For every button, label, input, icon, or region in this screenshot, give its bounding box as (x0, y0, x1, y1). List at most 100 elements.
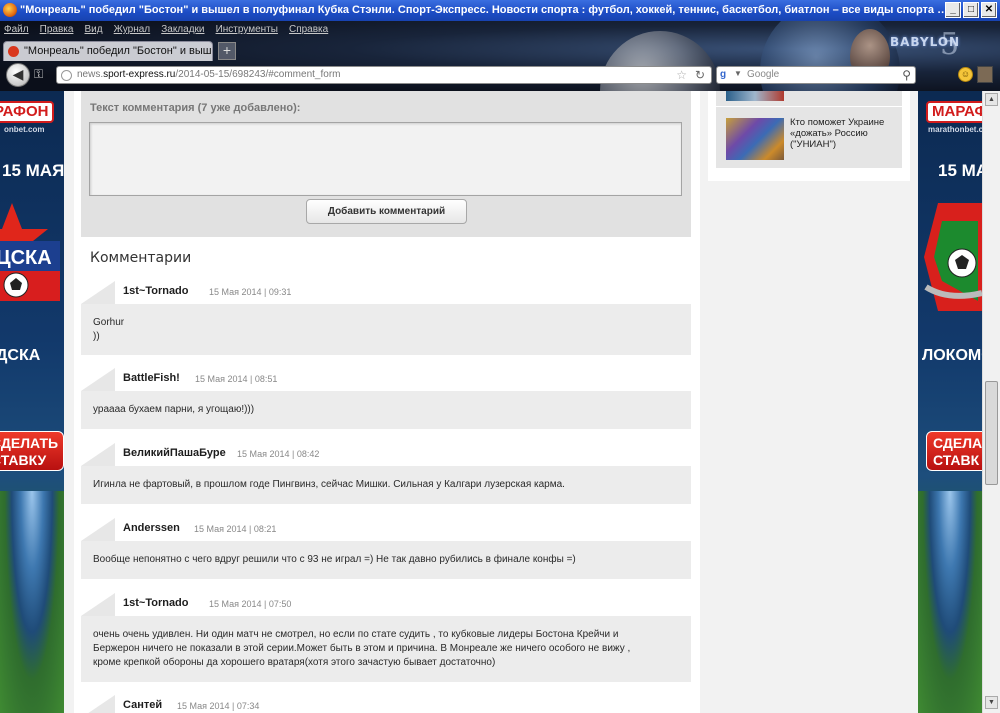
minimize-button[interactable]: _ (945, 2, 961, 18)
comment-header: Anderssen 15 Мая 2014 | 08:21 (81, 518, 691, 541)
key-icon[interactable]: ⚿ (34, 67, 52, 83)
comments-heading: Комментарии (90, 250, 192, 266)
ad-site: onbet.com (4, 125, 45, 134)
comment-text: урaааа бухаем парни, я угощаю!))) (93, 404, 255, 415)
comment-text: кроме крепкой обороны да хорошего вратар… (93, 657, 496, 668)
menu-bookmarks[interactable]: Закладки (157, 21, 208, 35)
reload-icon[interactable]: ↻ (695, 68, 705, 82)
comment-pointer (81, 368, 115, 391)
comment-item: ВеликийПашаБуре 15 Мая 2014 | 08:42 Игин… (81, 443, 691, 504)
ad-logo: РАФОН (0, 101, 55, 123)
search-icon[interactable]: ⚲ (902, 68, 911, 82)
ad-team: ДСКА (0, 347, 41, 364)
comment-header: Сантей 15 Мая 2014 | 07:34 (81, 695, 691, 713)
comment-date: 15 Мая 2014 | 08:51 (195, 374, 278, 384)
menu-tools[interactable]: Инструменты (212, 21, 282, 35)
menu-bar: Файл Правка Вид Журнал Закладки Инструме… (0, 21, 1000, 38)
ad-site: marathonbet.com (928, 125, 982, 134)
comment-item: 1st~Tornado 15 Мая 2014 | 09:31 Gorhur )… (81, 281, 691, 355)
google-icon[interactable]: g (720, 69, 732, 81)
comment-body: Gorhur )) (81, 304, 691, 355)
comment-form-label: Текст комментария (7 уже добавлено): (90, 102, 301, 114)
comment-author[interactable]: BattleFish! (123, 372, 180, 384)
news-thumbnail[interactable] (726, 91, 784, 101)
ad-cta-line1: СДЕЛА (933, 435, 982, 451)
comment-date: 15 Мая 2014 | 07:34 (177, 701, 260, 711)
comment-author[interactable]: 1st~Tornado (123, 285, 189, 297)
comment-text: очень очень удивлен. Ни один матч не смо… (93, 629, 619, 640)
comment-author[interactable]: ВеликийПашаБуре (123, 447, 226, 459)
ad-date: 15 МА (938, 161, 982, 180)
smiley-icon[interactable]: ☺ (958, 67, 973, 82)
firefox-icon (3, 3, 17, 17)
scroll-thumb[interactable] (985, 381, 998, 485)
menu-view[interactable]: Вид (81, 21, 107, 35)
comment-body: Игинла не фартовый, в прошлом годе Пингв… (81, 466, 691, 504)
comment-author[interactable]: Сантей (123, 699, 162, 711)
globe-icon (61, 70, 72, 81)
comment-pointer (81, 443, 115, 466)
ad-bet-button[interactable]: СДЕЛАТЬ СТАВКУ (0, 431, 64, 471)
comment-textarea[interactable] (89, 122, 682, 196)
comment-pointer (81, 518, 115, 541)
address-bar[interactable]: news.sport-express.ru/2014-05-15/698243/… (56, 66, 712, 84)
stadium-image (0, 491, 64, 713)
site-favicon-icon (8, 46, 19, 57)
stadium-image (918, 491, 982, 713)
comment-pointer (81, 695, 115, 713)
comment-text: Вообще непонятно с чего вдруг решили что… (93, 554, 576, 565)
comment-header: 1st~Tornado 15 Мая 2014 | 09:31 (81, 281, 691, 304)
comment-body: урaааа бухаем парни, я угощаю!))) (81, 391, 691, 429)
navigation-toolbar: ◀ ⚿ news.sport-express.ru/2014-05-15/698… (0, 62, 1000, 88)
cska-crest-icon: ЦСКА (0, 203, 60, 301)
related-news-box: Кто поможет Украине «дожать» Россию ("УН… (716, 91, 902, 168)
sidebar: Кто поможет Украине «дожать» Россию ("УН… (708, 91, 910, 181)
related-news-link[interactable]: Кто поможет Украине «дожать» Россию ("УН… (790, 117, 898, 150)
tab-strip: "Монреаль" победил "Бостон" и вышел в п.… (0, 39, 1000, 61)
ad-bet-button[interactable]: СДЕЛА СТАВК (926, 431, 982, 471)
url-domain: sport-express.ru (103, 69, 176, 80)
comment-pointer (81, 593, 115, 616)
close-button[interactable]: ✕ (981, 2, 997, 18)
new-tab-button[interactable]: + (218, 42, 236, 60)
scroll-up-icon[interactable]: ▲ (985, 93, 998, 106)
avatar[interactable] (977, 66, 993, 83)
tab-active[interactable]: "Монреаль" победил "Бостон" и вышел в п.… (3, 41, 213, 61)
back-button[interactable]: ◀ (6, 63, 30, 87)
ad-team: ЛОКОМО (922, 347, 982, 364)
maximize-button[interactable]: □ (963, 2, 979, 18)
add-comment-button[interactable]: Добавить комментарий (306, 199, 467, 224)
comment-body: Вообще непонятно с чего вдруг решили что… (81, 541, 691, 579)
scroll-down-icon[interactable]: ▼ (985, 696, 998, 709)
divider (716, 106, 902, 107)
comment-author[interactable]: Anderssen (123, 522, 180, 534)
comment-date: 15 Мая 2014 | 09:31 (209, 287, 292, 297)
news-thumbnail[interactable] (726, 118, 784, 160)
comment-text: Бержерон ничего не показали в этой серии… (93, 643, 631, 654)
page-viewport: РАФОН onbet.com 15 МАЯ ЦСКА ДСКА СДЕЛАТЬ… (0, 91, 982, 713)
comment-date: 15 Мая 2014 | 08:42 (237, 449, 320, 459)
comment-header: 1st~Tornado 15 Мая 2014 | 07:50 (81, 593, 691, 616)
search-input[interactable]: Google (747, 69, 779, 80)
window-titlebar: "Монреаль" победил "Бостон" и вышел в по… (0, 0, 1000, 21)
page-body: Текст комментария (7 уже добавлено): Доб… (64, 91, 918, 713)
comment-pointer (81, 281, 115, 304)
menu-edit[interactable]: Правка (36, 21, 78, 35)
right-ad-banner[interactable]: МАРАФОН marathonbet.com 15 МА ЛОКОМО СДЕ… (918, 91, 982, 713)
menu-help[interactable]: Справка (285, 21, 332, 35)
comment-author[interactable]: 1st~Tornado (123, 597, 189, 609)
ad-cta-line2: СТАВК (933, 452, 980, 468)
chevron-down-icon[interactable]: ▼ (734, 69, 742, 78)
comment-body: очень очень удивлен. Ни один матч не смо… (81, 616, 691, 682)
vertical-scrollbar[interactable]: ▲ ▼ (982, 91, 1000, 713)
comment-header: ВеликийПашаБуре 15 Мая 2014 | 08:42 (81, 443, 691, 466)
comment-form: Текст комментария (7 уже добавлено): Доб… (81, 91, 691, 237)
ad-cta-line2: СТАВКУ (0, 452, 47, 468)
search-bar[interactable]: g ▼ Google ⚲ (716, 66, 916, 84)
left-ad-banner[interactable]: РАФОН onbet.com 15 МАЯ ЦСКА ДСКА СДЕЛАТЬ… (0, 91, 64, 713)
menu-history[interactable]: Журнал (110, 21, 155, 35)
menu-file[interactable]: Файл (0, 21, 33, 35)
comment-item: 1st~Tornado 15 Мая 2014 | 07:50 очень оч… (81, 593, 691, 682)
tab-label: "Монреаль" победил "Бостон" и вышел в п.… (24, 45, 212, 57)
bookmark-star-icon[interactable]: ☆ (676, 68, 687, 82)
